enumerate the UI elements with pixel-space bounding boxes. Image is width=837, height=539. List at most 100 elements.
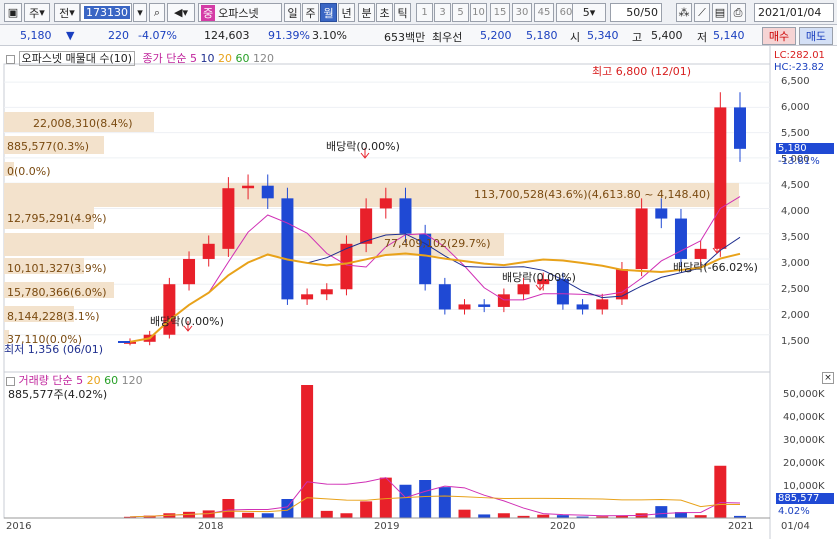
close-panel-icon[interactable]: × xyxy=(822,372,834,384)
time-label-5: 01/04 xyxy=(781,521,810,532)
code-input[interactable]: 173130 xyxy=(80,3,132,22)
volume-tick-3: 20,000K xyxy=(783,458,825,469)
period-tab-3[interactable]: 년 xyxy=(338,3,355,22)
volume-bar-27 xyxy=(655,506,668,518)
period-tab-0[interactable]: 일 xyxy=(284,3,301,22)
legend-box-icon[interactable] xyxy=(6,54,15,64)
price-tick-7: 3,000 xyxy=(781,258,810,269)
ma10-legend: 10 xyxy=(200,52,215,65)
stock-name-field[interactable]: 중 오파스넷 xyxy=(198,3,282,22)
price-tick-9: 2,000 xyxy=(781,310,810,321)
candle-12 xyxy=(360,208,373,244)
ma5-legend: 5 xyxy=(190,52,198,65)
volume-bar-6 xyxy=(242,512,255,518)
time-label-1: 2018 xyxy=(198,521,224,532)
volume-profile-label-6: 10,101,327(3.9%) xyxy=(7,262,107,275)
candle-24 xyxy=(596,299,609,310)
candle-26 xyxy=(635,208,648,270)
ma60-legend: 60 xyxy=(235,52,250,65)
buy-button[interactable]: 매수 xyxy=(762,27,796,45)
interval-button-6[interactable]: 45 xyxy=(534,3,554,22)
current-price-tag: 5,180 xyxy=(776,143,834,154)
time-label-2: 2019 xyxy=(374,521,400,532)
type-label: 주 xyxy=(29,6,40,20)
volume-bar-10 xyxy=(320,510,333,518)
volume-tick-4: 10,000K xyxy=(783,481,825,492)
grid-icon[interactable]: ⁂ xyxy=(676,3,692,22)
open-price: 5,340 xyxy=(587,29,619,42)
volume-bar-18 xyxy=(478,514,491,518)
candle-10 xyxy=(320,289,333,295)
low-label: 저 xyxy=(697,31,708,44)
trade-amount: 653백만 xyxy=(384,31,426,44)
time-label-4: 2021 xyxy=(728,521,754,532)
save-icon[interactable]: ▤ xyxy=(712,3,728,22)
candle-23 xyxy=(576,304,589,310)
candle-4 xyxy=(202,243,215,259)
volume-profile-label-1: 885,577(0.3%) xyxy=(7,140,90,153)
volume-profile-label-7: 15,780,366(6.0%) xyxy=(7,286,107,299)
profile-legend: 오파스넷 매물대 수(10) xyxy=(18,51,136,66)
price-change-pct: -4.07% xyxy=(138,29,177,42)
layout-icon[interactable]: ▣ xyxy=(4,3,22,22)
code-dropdown-icon[interactable]: ▾ xyxy=(133,3,147,22)
candle-20 xyxy=(517,284,530,295)
market-label: 전 xyxy=(59,6,70,20)
sell-button[interactable]: 매도 xyxy=(799,27,833,45)
high-note: 최고 6,800 (12/01) xyxy=(592,65,692,78)
price-tick-0: 6,500 xyxy=(781,76,810,87)
date-input[interactable]: 2021/01/04 xyxy=(754,3,834,22)
interval-button-3[interactable]: 10 xyxy=(470,3,487,22)
code-value: 173130 xyxy=(84,6,130,19)
print-icon[interactable]: ⎙ xyxy=(730,3,746,22)
price-legend: 오파스넷 매물대 수(10) 종가 단순 5 10 20 60 120 xyxy=(6,50,274,66)
low-price: 5,140 xyxy=(713,29,745,42)
draw-icon[interactable]: ⟋ xyxy=(694,3,710,22)
low-note: 최저 1,356 (06/01) xyxy=(4,343,104,356)
price-tick-10: 1,500 xyxy=(781,336,810,347)
interval-button-2[interactable]: 5 xyxy=(452,3,469,22)
candle-29 xyxy=(694,248,707,259)
interval-button-5[interactable]: 30 xyxy=(512,3,532,22)
market-select[interactable]: 전 ▾ xyxy=(54,3,80,22)
interval-button-4[interactable]: 15 xyxy=(490,3,510,22)
period-tab-2[interactable]: 월 xyxy=(320,3,337,22)
period-tab-5[interactable]: 초 xyxy=(376,3,393,22)
interval-button-1[interactable]: 3 xyxy=(434,3,451,22)
best-label: 최우선 xyxy=(432,31,463,44)
period-tab-4[interactable]: 분 xyxy=(358,3,375,22)
volume-profile-label-4: 12,795,291(4.9%) xyxy=(7,212,107,225)
current-pct-tag: -13.81% xyxy=(778,156,820,167)
volume-bar-12 xyxy=(360,501,373,518)
interval-button-0[interactable]: 1 xyxy=(416,3,433,22)
ma120-legend: 120 xyxy=(253,52,275,65)
candle-9 xyxy=(301,294,314,300)
volume-value: 124,603 xyxy=(204,29,250,42)
volume-pct-tag: 4.02% xyxy=(778,506,810,517)
stock-name: 오파스넷 xyxy=(218,6,259,20)
candle-16 xyxy=(438,284,451,310)
candle-19 xyxy=(497,294,510,307)
volume-profile-label-8: 8,144,228(3.1%) xyxy=(7,310,100,323)
volume-legend-box-icon[interactable] xyxy=(6,376,15,386)
sound-icon[interactable]: ◀▾ xyxy=(167,3,195,22)
search-icon[interactable]: ⌕ xyxy=(149,3,165,22)
interval-select[interactable]: 5 ▾ xyxy=(572,3,606,22)
turnover: 3.10% xyxy=(312,29,347,42)
volume-ratio: 91.39% xyxy=(268,29,310,42)
volume-profile-label-0: 22,008,310(8.4%) xyxy=(33,117,133,130)
period-tab-1[interactable]: 주 xyxy=(302,3,319,22)
price-tick-2: 5,500 xyxy=(781,128,810,139)
ask-price: 5,200 xyxy=(480,29,512,42)
period-tab-6[interactable]: 틱 xyxy=(394,3,411,22)
candle-6 xyxy=(242,185,255,189)
type-select[interactable]: 주 ▾ xyxy=(24,3,50,22)
volume-bar-7 xyxy=(261,513,274,518)
candle-17 xyxy=(458,304,471,310)
high-price: 5,400 xyxy=(651,29,683,42)
down-arrow-icon: ▼ xyxy=(66,29,75,42)
date-value: 2021/01/04 xyxy=(758,6,822,19)
count-input[interactable]: 50/50 xyxy=(610,3,662,22)
high-label: 고 xyxy=(632,31,643,44)
volume-profile-label-3: 113,700,528(43.6%)(4,613.80 ~ 4,148.40) xyxy=(474,188,711,201)
